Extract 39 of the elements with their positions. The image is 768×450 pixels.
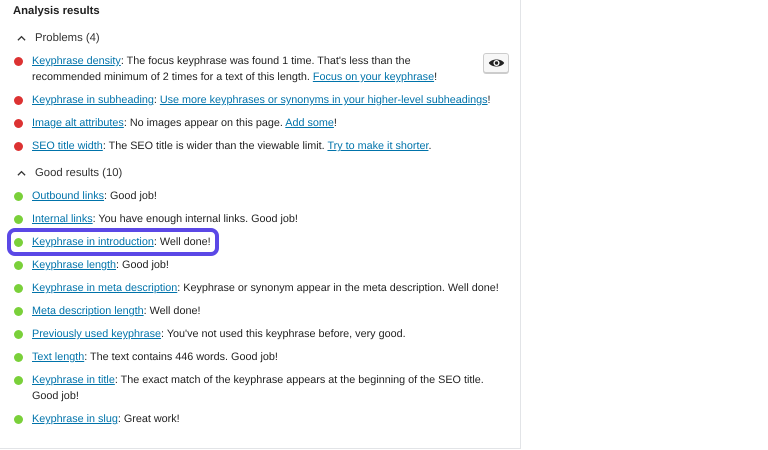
- result-link[interactable]: Text length: [32, 351, 84, 363]
- eye-button[interactable]: [483, 53, 509, 73]
- result-link[interactable]: Keyphrase density: [32, 55, 121, 67]
- result-link[interactable]: Keyphrase length: [32, 259, 116, 271]
- result-text: Internal links: You have enough internal links. Good job!: [32, 212, 298, 227]
- result-link[interactable]: Keyphrase in title: [32, 374, 115, 386]
- chevron-icon: [17, 35, 26, 41]
- result-text: Keyphrase density: The focus keyphrase was found 1 time. That's less than the recommended minimum of 2 times for a text of this length. Focus on your keyphrase!: [32, 54, 438, 85]
- result-link[interactable]: Keyphrase in introduction: [32, 236, 154, 248]
- result-link[interactable]: Keyphrase in subheading: [32, 94, 154, 106]
- eye-icon: [488, 57, 504, 69]
- result-link[interactable]: Meta description length: [32, 305, 144, 317]
- result-link[interactable]: Try to make it shorter: [327, 140, 428, 152]
- result-text: Previously used keyphrase: You've not used this keyphrase before, very good.: [32, 327, 406, 342]
- result-link[interactable]: Add some: [285, 117, 334, 129]
- result-text: Keyphrase in introduction: Well done!: [32, 235, 211, 250]
- result-link[interactable]: Outbound links: [32, 190, 104, 202]
- result-text: Outbound links: Good job!: [32, 189, 157, 204]
- result-link[interactable]: Focus on your keyphrase: [312, 71, 434, 83]
- result-link[interactable]: Image alt attributes: [32, 117, 124, 129]
- section-toggle[interactable]: Good results (10): [13, 164, 122, 182]
- result-link[interactable]: Internal links: [32, 213, 93, 225]
- result-text: SEO title width: The SEO title is wider than the viewable limit. Try to make it shorter.: [32, 139, 432, 154]
- result-text: Text length: The text contains 446 words. Good job!: [32, 350, 278, 365]
- result-text: Keyphrase length: Good job!: [32, 258, 169, 273]
- result-text: Keyphrase in slug: Great work!: [32, 412, 180, 427]
- result-text: Keyphrase in meta description: Keyphrase or synonym appear in the meta description. Well done!: [32, 281, 499, 296]
- section-toggle[interactable]: Problems (4): [13, 29, 100, 47]
- result-link[interactable]: SEO title width: [32, 140, 103, 152]
- result-text: Keyphrase in subheading: Use more keyphrases or synonyms in your higher-level subheadings!: [32, 93, 491, 108]
- result-link[interactable]: Use more keyphrases or synonyms in your higher-level subheadings: [160, 94, 488, 106]
- chevron-icon: [17, 170, 26, 176]
- result-text: Meta description length: Well done!: [32, 304, 200, 319]
- result-link[interactable]: Previously used keyphrase: [32, 328, 162, 340]
- result-text: Keyphrase in title: The exact match of the keyphrase appears at the beginning of the SEO title. Good job!: [32, 373, 485, 404]
- result-link[interactable]: Keyphrase in slug: [32, 413, 118, 425]
- panel-title: Analysis results: [13, 4, 101, 19]
- result-text: Image alt attributes: No images appear on this page. Add some!: [32, 116, 337, 131]
- result-link[interactable]: Keyphrase in meta description: [32, 282, 178, 294]
